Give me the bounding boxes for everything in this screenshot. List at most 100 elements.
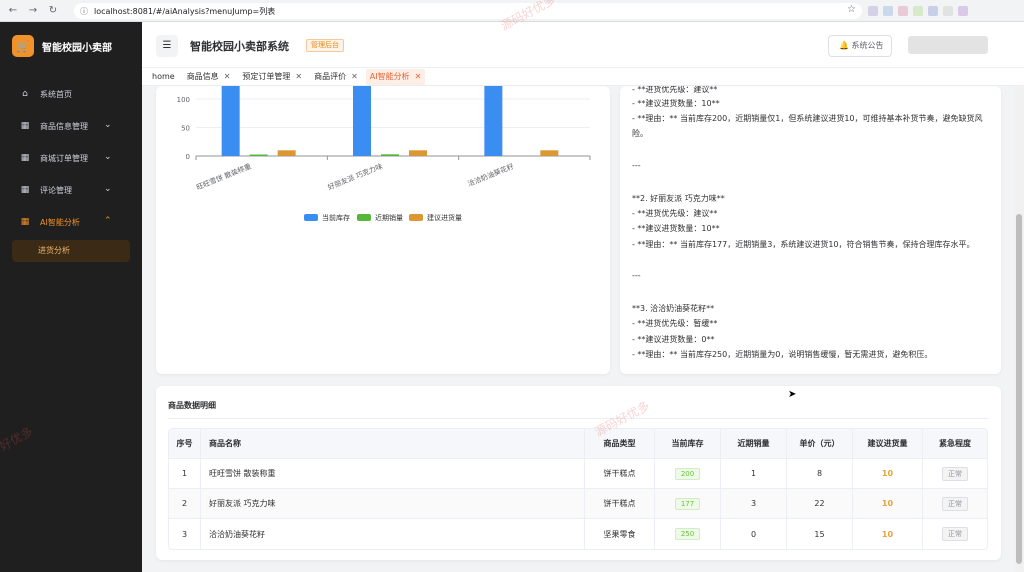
home-icon: ⌂ bbox=[22, 89, 28, 99]
forward-icon[interactable]: → bbox=[26, 4, 40, 18]
bar bbox=[353, 86, 371, 156]
header-sales: 近期销量 bbox=[721, 429, 787, 458]
close-icon[interactable]: ✕ bbox=[351, 69, 358, 85]
user-avatar[interactable] bbox=[908, 36, 988, 54]
advice-line: - **建议进货数量：10** bbox=[632, 99, 720, 108]
address-bar[interactable]: ⓘ localhost:8081/#/aiAnalysis?menuJump=列… bbox=[74, 3, 862, 19]
bar bbox=[249, 154, 268, 156]
page-scrollbar[interactable] bbox=[1014, 86, 1024, 572]
reload-icon[interactable]: ↻ bbox=[46, 4, 60, 18]
extension-icon[interactable] bbox=[913, 6, 923, 16]
tab-product-review[interactable]: 商品评价 ✕ bbox=[310, 69, 362, 85]
bar bbox=[484, 86, 503, 156]
bar bbox=[381, 154, 399, 156]
sidebar-menu: ⌂ 系统首页 ▦ 商品信息管理 ⌄ ▦ 商城订单管理 ⌄ ▦ 评论管理 ⌄ ▦ … bbox=[0, 78, 142, 238]
tab-order-management[interactable]: 预定订单管理 ✕ bbox=[238, 69, 306, 85]
site-info-icon[interactable]: ⓘ bbox=[80, 6, 88, 17]
detail-table: 序号 商品名称 商品类型 当前库存 近期销量 单价（元） 建议进货量 紧急程度 … bbox=[168, 428, 988, 550]
cell-name: 旺旺雪饼 散装称重 bbox=[201, 459, 585, 488]
menu-toggle-icon[interactable]: ☰ bbox=[156, 35, 178, 57]
advice-line: - **建议进货数量：0** bbox=[632, 335, 715, 344]
cell-sales: 1 bbox=[721, 459, 787, 488]
extensions-area bbox=[868, 4, 1018, 18]
header-no: 序号 bbox=[169, 429, 201, 458]
advice-line: - **理由：** 当前库存177，近期销量3，系统建议进货10，符合销售节奏，… bbox=[632, 240, 975, 249]
cell-suggest: 10 bbox=[853, 459, 923, 488]
stock-chart-card: 0 50 100 旺旺雪饼 散装称重 好丽友派 巧克力味 洽洽奶油葵花籽 当前库存 近期销量 建… bbox=[156, 86, 610, 374]
sidebar-subitem-purchase-analysis[interactable]: 进货分析 bbox=[12, 240, 130, 262]
suggest-value: 10 bbox=[881, 499, 894, 508]
urgency-tag: 正常 bbox=[942, 496, 968, 511]
table-row[interactable]: 2 好丽友派 巧克力味 饼干糕点 177 3 22 10 正常 bbox=[169, 489, 987, 519]
sidebar-item-ai-analysis[interactable]: ▦ AI智能分析 ⌃ bbox=[0, 206, 142, 238]
chevron-up-icon: ⌃ bbox=[104, 216, 112, 226]
cell-stock: 250 bbox=[655, 519, 721, 549]
back-icon[interactable]: ← bbox=[6, 4, 20, 18]
bar bbox=[221, 86, 240, 156]
advice-line: - **理由：** 当前库存250，近期销量为0，说明销售缓慢，暂无需进货，避免… bbox=[632, 350, 933, 359]
extension-icon[interactable] bbox=[958, 6, 968, 16]
cell-price: 22 bbox=[787, 489, 853, 518]
cell-type: 坚果零食 bbox=[585, 519, 655, 549]
brand-name: 智能校园小卖部 bbox=[42, 42, 112, 54]
cell-no: 1 bbox=[169, 459, 201, 488]
tab-label: AI智能分析 bbox=[369, 71, 410, 81]
x-tick-label: 好丽友派 巧克力味 bbox=[326, 162, 383, 192]
advice-line: - **建议进货数量：10** bbox=[632, 224, 720, 233]
notice-button[interactable]: 🔔 系统公告 bbox=[828, 35, 892, 57]
close-icon[interactable]: ✕ bbox=[295, 69, 302, 85]
sidebar-item-order-management[interactable]: ▦ 商城订单管理 ⌄ bbox=[0, 142, 142, 174]
close-icon[interactable]: ✕ bbox=[224, 69, 231, 85]
table-row[interactable]: 3 洽洽奶油葵花籽 坚果零食 250 0 15 10 正常 bbox=[169, 519, 987, 549]
suggest-value: 10 bbox=[881, 529, 894, 539]
close-icon[interactable]: ✕ bbox=[415, 69, 422, 85]
notice-label: 系统公告 bbox=[851, 41, 884, 50]
stock-tag: 200 bbox=[674, 467, 701, 480]
extension-icon[interactable] bbox=[928, 6, 938, 16]
bell-icon: 🔔 bbox=[839, 41, 849, 50]
brand[interactable]: 🛒 智能校园小卖部 bbox=[0, 22, 142, 70]
cell-sales: 3 bbox=[721, 489, 787, 518]
table-header-row: 序号 商品名称 商品类型 当前库存 近期销量 单价（元） 建议进货量 紧急程度 bbox=[169, 429, 987, 459]
chevron-down-icon: ⌄ bbox=[104, 152, 112, 162]
tab-ai-analysis[interactable]: AI智能分析 ✕ bbox=[365, 68, 426, 85]
header: ☰ 智能校园小卖部系统 管理后台 🔔 系统公告 bbox=[142, 22, 1024, 68]
sidebar-item-label: 系统首页 bbox=[40, 89, 72, 99]
extension-icon[interactable] bbox=[898, 6, 908, 16]
tab-product-info[interactable]: 商品信息 ✕ bbox=[183, 69, 235, 85]
y-tick-label: 100 bbox=[177, 96, 190, 104]
extension-icon[interactable] bbox=[883, 6, 893, 16]
bar bbox=[540, 150, 559, 156]
cart-logo-icon: 🛒 bbox=[12, 35, 34, 57]
stock-bar-chart: 0 50 100 旺旺雪饼 散装称重 好丽友派 巧克力味 洽洽奶油葵花籽当前库存 近期销量 建… bbox=[177, 86, 591, 222]
extension-icon[interactable] bbox=[868, 6, 878, 16]
cell-urgency: 正常 bbox=[923, 489, 987, 518]
advice-line: **2. 好丽友派 巧克力味** bbox=[632, 194, 725, 203]
grid-icon: ▦ bbox=[20, 121, 30, 131]
sidebar: 🛒 智能校园小卖部 ⌂ 系统首页 ▦ 商品信息管理 ⌄ ▦ 商城订单管理 ⌄ ▦… bbox=[0, 22, 142, 572]
stock-tag: 177 bbox=[674, 497, 701, 510]
sidebar-item-home[interactable]: ⌂ 系统首页 bbox=[0, 78, 142, 110]
extension-icon[interactable] bbox=[943, 6, 953, 16]
detail-title: 商品数据明细 bbox=[168, 401, 216, 410]
sidebar-item-label: 商城订单管理 bbox=[40, 153, 88, 163]
table-row[interactable]: 1 旺旺雪饼 散装称重 饼干糕点 200 1 8 10 正常 bbox=[169, 459, 987, 489]
cell-sales: 0 bbox=[721, 519, 787, 549]
advice-line: - **进货优先级：建议** bbox=[632, 209, 718, 218]
scrollbar-thumb[interactable] bbox=[1016, 214, 1022, 564]
urgency-tag: 正常 bbox=[942, 527, 968, 541]
cell-stock: 177 bbox=[655, 489, 721, 518]
legend-swatch bbox=[357, 214, 371, 221]
bookmark-star-icon[interactable]: ☆ bbox=[847, 4, 856, 15]
advice-line: - **进货优先级：暂缓** bbox=[632, 319, 718, 328]
header-name: 商品名称 bbox=[201, 429, 585, 458]
cell-stock: 200 bbox=[655, 459, 721, 488]
tab-home[interactable]: home bbox=[148, 69, 179, 85]
url-text: localhost:8081/#/aiAnalysis?menuJump=列表 bbox=[94, 6, 276, 16]
bar bbox=[409, 150, 427, 156]
sidebar-item-comment-management[interactable]: ▦ 评论管理 ⌄ bbox=[0, 174, 142, 206]
bar bbox=[277, 150, 296, 156]
tab-label: 预定订单管理 bbox=[242, 71, 291, 81]
legend-label: 当前库存 bbox=[322, 213, 350, 222]
sidebar-item-product-management[interactable]: ▦ 商品信息管理 ⌄ bbox=[0, 110, 142, 142]
